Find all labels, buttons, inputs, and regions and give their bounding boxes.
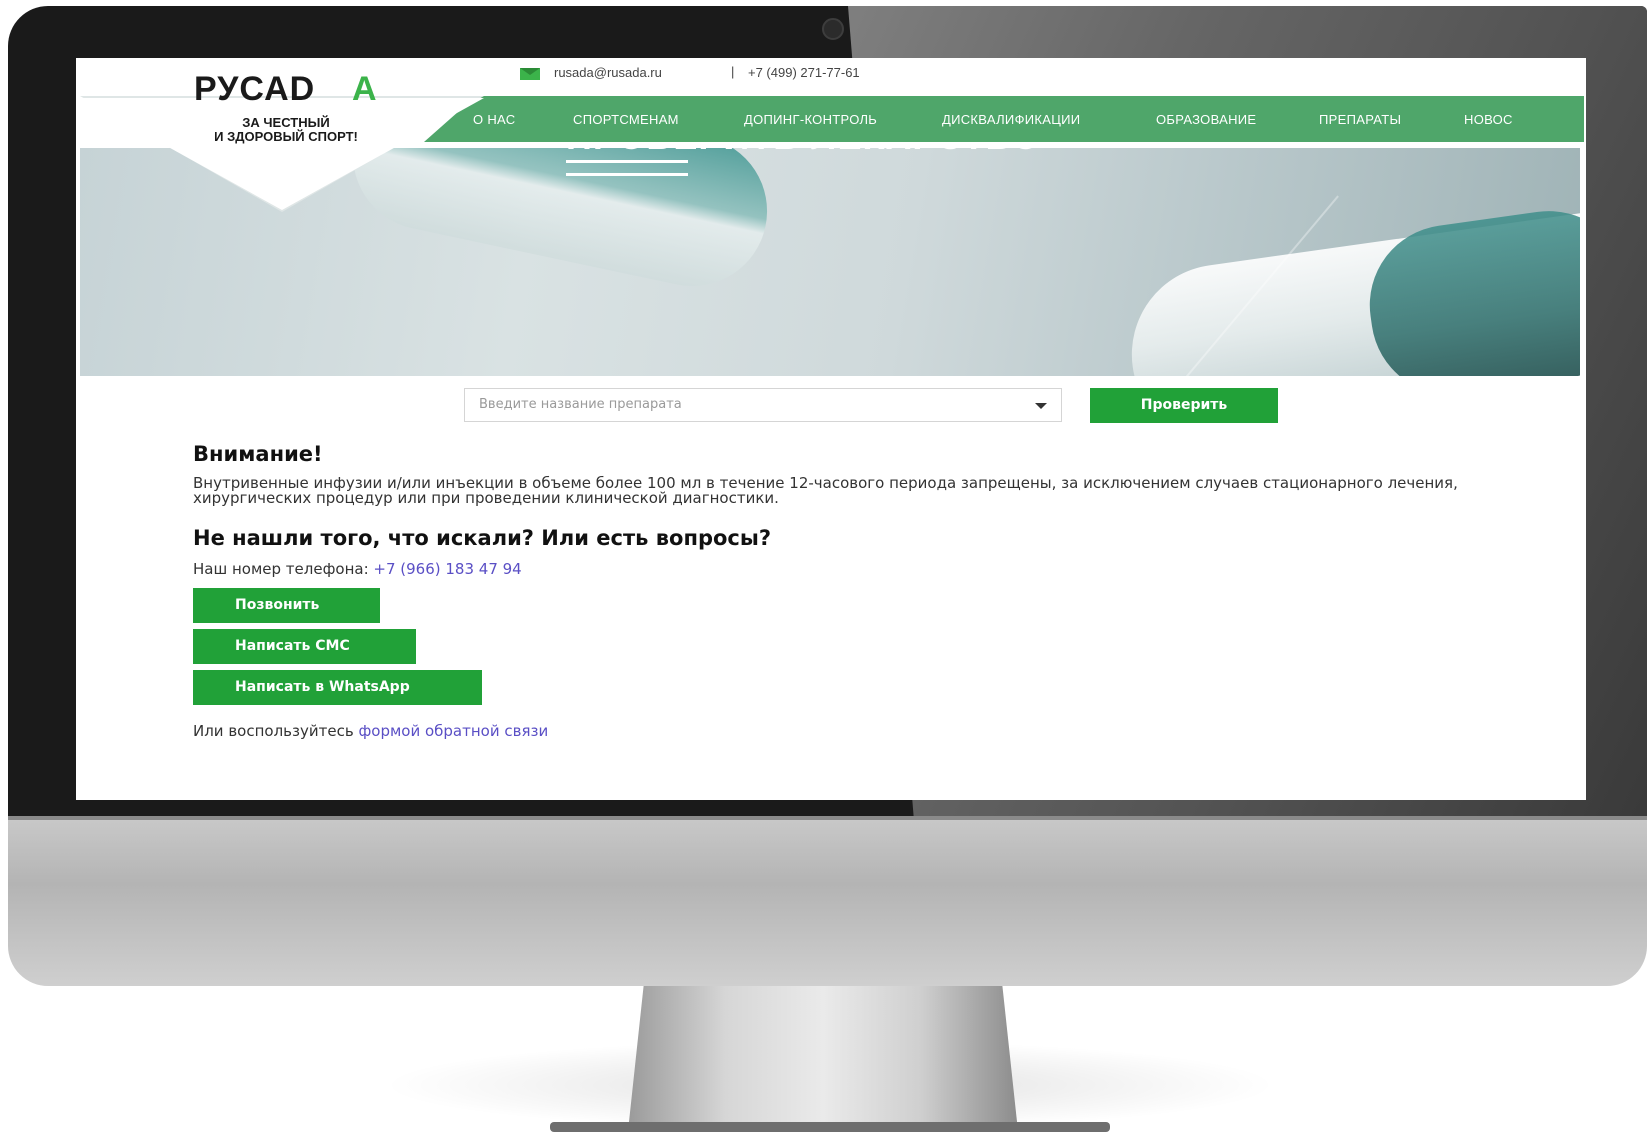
whatsapp-button[interactable]: Написать в WhatsApp (193, 670, 482, 705)
contact-phone-line: Наш номер телефона: +7 (966) 183 47 94 (193, 560, 522, 578)
phone-label: Наш номер телефона: (193, 560, 374, 578)
feedback-form-link[interactable]: формой обратной связи (358, 722, 548, 740)
monitor-stand (628, 986, 1018, 1131)
feedback-prefix: Или воспользуйтесь (193, 722, 359, 740)
nav-item-news[interactable]: НОВОС (1464, 112, 1513, 127)
nav-item-about[interactable]: О НАС (473, 112, 515, 127)
drug-search-select[interactable]: Введите название препарата (464, 388, 1062, 422)
nav-item-doping-control[interactable]: ДОПИНГ-КОНТРОЛЬ (744, 112, 877, 127)
monitor-stand-base (550, 1122, 1110, 1132)
nav-item-drugs[interactable]: ПРЕПАРАТЫ (1319, 112, 1401, 127)
monitor-chin (8, 816, 1647, 986)
search-placeholder: Введите название препарата (479, 397, 682, 412)
webcam-icon (822, 18, 844, 40)
logo-letter: A (352, 70, 377, 108)
logo-tagline: ЗА ЧЕСТНЫЙ И ЗДОРОВЫЙ СПОРТ! (186, 116, 386, 144)
feedback-line: Или воспользуйтесь формой обратной связи (193, 722, 548, 740)
pill-image (338, 148, 782, 301)
envelope-icon (520, 68, 540, 80)
header-separator: | (731, 64, 735, 79)
sms-button[interactable]: Написать СМС (193, 629, 416, 664)
header-email[interactable]: rusada@rusada.ru (554, 65, 662, 80)
logo[interactable]: РУСАD (194, 70, 315, 109)
screen: ПРОВЕРИТЬ ЛЕКАРСТВО О НАС СПОРТСМЕНАМ ДО… (76, 58, 1586, 800)
monitor-chin-edge (8, 816, 1647, 820)
questions-heading: Не нашли того, что искали? Или есть вопр… (193, 526, 772, 550)
check-button[interactable]: Проверить (1090, 388, 1278, 423)
chevron-down-icon[interactable] (1035, 403, 1047, 409)
call-button[interactable]: Позвонить (193, 588, 380, 623)
nav-item-education[interactable]: ОБРАЗОВАНИЕ (1156, 112, 1256, 127)
tagline-line-2: И ЗДОРОВЫЙ СПОРТ! (214, 129, 358, 144)
nav-item-athletes[interactable]: СПОРТСМЕНАМ (573, 112, 679, 127)
attention-text: Внутривенные инфузии и/или инъекции в об… (193, 474, 1458, 507)
capsule-cap-image (1359, 200, 1580, 376)
title-underline (566, 160, 688, 176)
phone-link[interactable]: +7 (966) 183 47 94 (373, 560, 521, 578)
nav-item-disqualifications[interactable]: ДИСКВАЛИФИКАЦИИ (942, 112, 1080, 127)
attention-heading: Внимание! (193, 442, 323, 466)
tagline-line-1: ЗА ЧЕСТНЫЙ (242, 115, 330, 130)
header-phone[interactable]: +7 (499) 271-77-61 (748, 65, 860, 80)
